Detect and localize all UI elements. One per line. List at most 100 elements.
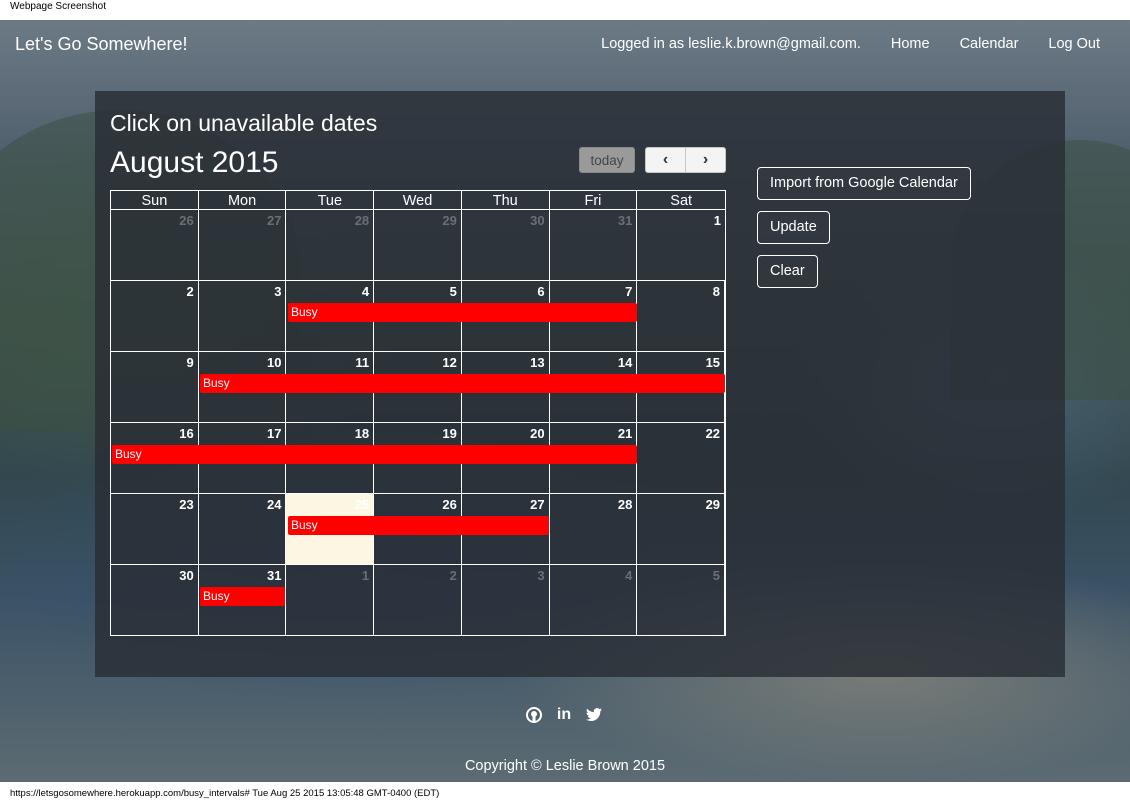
day-number: 31 bbox=[266, 568, 282, 583]
busy-event[interactable]: Busy bbox=[288, 303, 637, 322]
nav-calendar[interactable]: Calendar bbox=[960, 36, 1019, 52]
calendar-day[interactable]: 22 bbox=[637, 423, 726, 493]
day-number: 24 bbox=[266, 497, 282, 512]
calendar-day[interactable]: 1 bbox=[286, 565, 375, 635]
calendar-day[interactable]: 28 bbox=[550, 494, 638, 564]
twitter-icon[interactable] bbox=[585, 706, 603, 724]
day-number: 4 bbox=[361, 284, 370, 299]
day-number: 30 bbox=[530, 213, 545, 228]
calendar-day[interactable]: 5 bbox=[637, 565, 726, 635]
day-number: 5 bbox=[449, 284, 457, 299]
day-number: 9 bbox=[186, 355, 194, 370]
user-status: Logged in as leslie.k.brown@gmail.com. bbox=[601, 36, 861, 52]
day-number: 10 bbox=[266, 355, 282, 370]
calendar-panel: Click on unavailable dates August 2015 t… bbox=[95, 91, 1065, 677]
day-number: 27 bbox=[266, 213, 282, 228]
busy-event[interactable]: Busy bbox=[288, 516, 549, 535]
calendar-day[interactable]: 4 bbox=[550, 565, 638, 635]
calendar-day[interactable]: 1 bbox=[637, 210, 725, 280]
calendar-day[interactable]: 3 bbox=[462, 565, 550, 635]
social-links: in bbox=[525, 706, 603, 724]
calendar-week-row: 16 17 18 19 20 21 22 Busy bbox=[110, 422, 726, 494]
day-number: 15 bbox=[705, 355, 721, 370]
day-number: 3 bbox=[274, 284, 282, 299]
nav-links: Logged in as leslie.k.brown@gmail.com. H… bbox=[601, 36, 1100, 52]
day-number: 30 bbox=[179, 568, 194, 583]
calendar-day[interactable]: 31 bbox=[550, 210, 638, 280]
calendar-week-row: 30 31 1 2 3 4 5 Busy bbox=[110, 564, 726, 636]
calendar-day[interactable]: 30 bbox=[111, 565, 199, 635]
day-number: 1 bbox=[713, 213, 722, 228]
calendar-day[interactable]: 30 bbox=[462, 210, 550, 280]
day-number: 2 bbox=[449, 568, 457, 583]
weekday-label: Tue bbox=[286, 191, 375, 210]
calendar-day[interactable]: 29 bbox=[637, 494, 726, 564]
day-number: 13 bbox=[530, 355, 545, 370]
weekday-label: Mon bbox=[199, 191, 287, 210]
clear-button[interactable]: Clear bbox=[757, 255, 818, 288]
calendar-day[interactable]: 9 bbox=[111, 352, 199, 422]
day-number: 23 bbox=[179, 497, 194, 512]
weekday-label: Sun bbox=[111, 191, 199, 210]
day-number: 6 bbox=[537, 284, 545, 299]
nav-home[interactable]: Home bbox=[891, 36, 930, 52]
day-number: 17 bbox=[266, 426, 282, 441]
busy-event[interactable]: Busy bbox=[112, 445, 637, 464]
brand-link[interactable]: Let's Go Somewhere! bbox=[15, 34, 188, 55]
status-bar: https://letsgosomewhere.herokuapp.com/bu… bbox=[10, 788, 440, 799]
day-number: 7 bbox=[625, 284, 633, 299]
day-number: 28 bbox=[354, 213, 370, 228]
calendar-day[interactable]: 8 bbox=[637, 281, 726, 351]
linkedin-icon[interactable]: in bbox=[555, 706, 573, 724]
calendar-week-row: 23 24 25 26 27 28 29 Busy bbox=[110, 493, 726, 565]
calendar-day[interactable]: 27 bbox=[199, 210, 287, 280]
weekday-header: Sun Mon Tue Wed Thu Fri Sat bbox=[110, 190, 726, 210]
calendar-day[interactable]: 26 bbox=[111, 210, 199, 280]
calendar-day[interactable]: 2 bbox=[374, 565, 462, 635]
weekday-label: Thu bbox=[462, 191, 550, 210]
busy-event[interactable]: Busy bbox=[200, 587, 285, 606]
import-google-calendar-button[interactable]: Import from Google Calendar bbox=[757, 167, 971, 200]
calendar-day[interactable]: 28 bbox=[286, 210, 375, 280]
month-nav-group: ‹ › bbox=[645, 147, 726, 173]
calendar-day[interactable]: 23 bbox=[111, 494, 199, 564]
calendar-day[interactable]: 24 bbox=[199, 494, 287, 564]
weekday-label: Wed bbox=[374, 191, 462, 210]
weekday-label: Sat bbox=[670, 193, 693, 209]
month-title: August 2015 bbox=[110, 146, 279, 179]
calendar-week-row: 2 3 4 5 6 7 8 Busy bbox=[110, 280, 726, 352]
calendar-day[interactable]: 2 bbox=[111, 281, 199, 351]
day-number: 11 bbox=[355, 355, 370, 370]
day-number: 21 bbox=[617, 426, 633, 441]
day-number: 1 bbox=[361, 568, 370, 583]
day-number: 2 bbox=[186, 284, 194, 299]
calendar-week-row: 9 10 11 12 13 14 15 Busy bbox=[110, 351, 726, 423]
day-number: 29 bbox=[705, 497, 721, 512]
copyright-text: Copyright © Leslie Brown 2015 bbox=[464, 758, 666, 774]
nav-logout[interactable]: Log Out bbox=[1048, 36, 1100, 52]
chevron-right-icon[interactable]: › bbox=[686, 148, 725, 172]
update-button[interactable]: Update bbox=[757, 211, 830, 244]
day-number: 14 bbox=[617, 355, 633, 370]
calendar-day[interactable]: 29 bbox=[374, 210, 462, 280]
day-number: 19 bbox=[442, 426, 457, 441]
busy-event[interactable]: Busy bbox=[200, 374, 725, 393]
day-number: 29 bbox=[442, 213, 457, 228]
background-photo: Let's Go Somewhere! Logged in as leslie.… bbox=[0, 20, 1130, 782]
instruction-heading: Click on unavailable dates bbox=[110, 110, 378, 136]
chevron-left-icon[interactable]: ‹ bbox=[646, 148, 686, 172]
day-number: 26 bbox=[442, 497, 457, 512]
day-number: 26 bbox=[179, 213, 194, 228]
day-number: 27 bbox=[530, 497, 545, 512]
github-icon[interactable] bbox=[525, 706, 543, 724]
day-number: 22 bbox=[705, 426, 721, 441]
day-number: 12 bbox=[442, 355, 457, 370]
day-number: 20 bbox=[530, 426, 545, 441]
today-button[interactable]: today bbox=[579, 147, 635, 173]
calendar-day[interactable]: 3 bbox=[199, 281, 287, 351]
day-number: 16 bbox=[179, 426, 194, 441]
day-number: 3 bbox=[537, 568, 545, 583]
calendar-week-row: 26 27 28 29 30 31 1 bbox=[110, 209, 726, 281]
calendar-weeks: 26 27 28 29 30 31 1 2 3 4 5 6 7 8 Busy 9 10 11 12 13 14 15 Bus… bbox=[110, 209, 726, 636]
calendar-grid: Sun Mon Tue Wed Thu Fri Sat 26 27 28 29 30 31 1 2 3 4 5 6… bbox=[110, 190, 726, 636]
